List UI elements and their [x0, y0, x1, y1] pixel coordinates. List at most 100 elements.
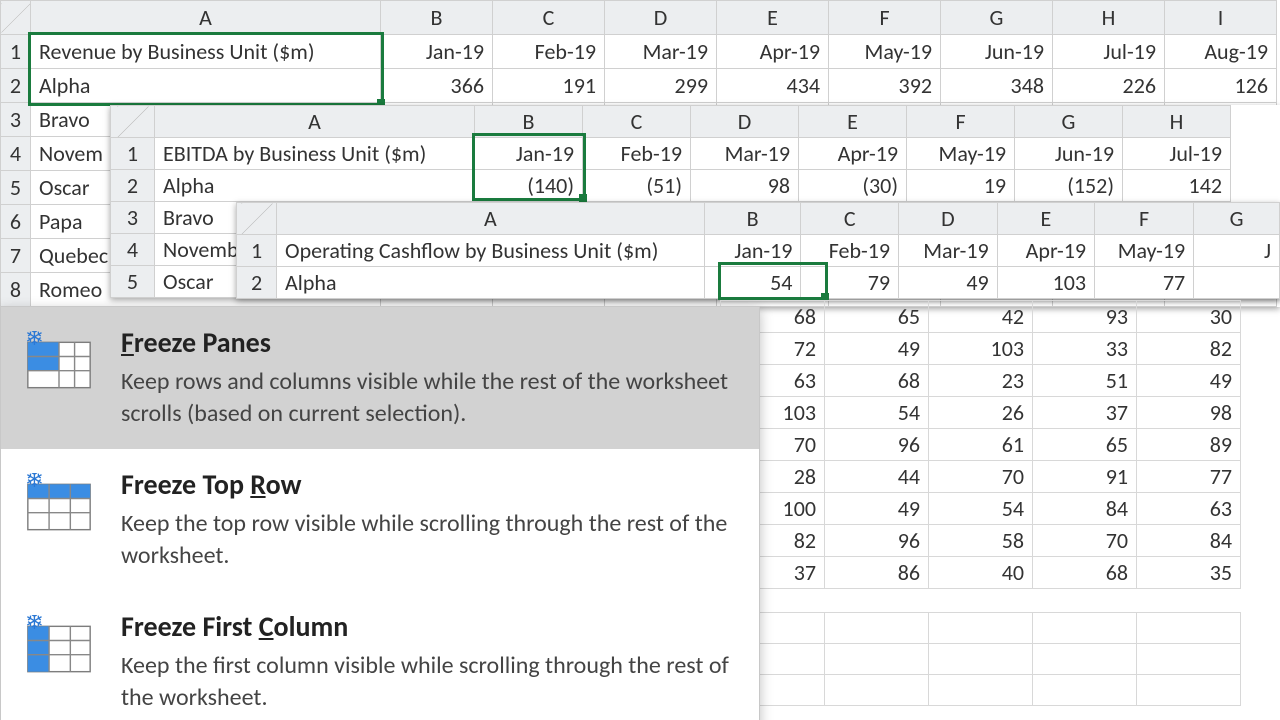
value-cell[interactable]: 126	[1165, 69, 1277, 103]
col-header-A[interactable]: A	[31, 1, 381, 35]
value-cell[interactable]: 434	[717, 69, 829, 103]
table-row[interactable]: 6368235149	[721, 365, 1241, 397]
empty-cell[interactable]	[825, 644, 929, 675]
value-cell[interactable]: 63	[1137, 493, 1241, 525]
month-cell[interactable]: Apr-19	[717, 35, 829, 69]
col-header-G[interactable]: G	[941, 1, 1053, 35]
row-header-3[interactable]: 3	[1, 103, 31, 137]
value-cell[interactable]: 299	[605, 69, 717, 103]
value-cell[interactable]: 35	[1137, 557, 1241, 589]
value-cell[interactable]: 226	[1053, 69, 1165, 103]
value-cell[interactable]: 19	[907, 170, 1015, 202]
value-cell[interactable]: 23	[929, 365, 1033, 397]
col-header-D[interactable]: D	[691, 106, 799, 138]
value-cell[interactable]: 65	[1033, 429, 1137, 461]
column-header-row[interactable]: A B C D E F G	[237, 203, 1280, 235]
month-cell[interactable]: J	[1194, 235, 1280, 267]
row-header-8[interactable]: 8	[1, 273, 31, 307]
value-cell[interactable]: 77	[1137, 461, 1241, 493]
empty-cell[interactable]	[1033, 613, 1137, 644]
month-cell[interactable]: Mar-19	[691, 138, 799, 170]
value-cell[interactable]: 61	[929, 429, 1033, 461]
col-header-E[interactable]: E	[799, 106, 907, 138]
row-1[interactable]: 1 Operating Cashflow by Business Unit ($…	[237, 235, 1280, 267]
table-row[interactable]: 8296587084	[721, 525, 1241, 557]
month-cell[interactable]: Apr-19	[799, 138, 907, 170]
empty-cell[interactable]	[1137, 613, 1241, 644]
empty-cell[interactable]	[1033, 675, 1137, 706]
month-cell[interactable]: Feb-19	[493, 35, 605, 69]
menu-item-freeze-panes[interactable]: ❄ Freeze Panes Keep rows and columns vis…	[1, 307, 759, 449]
row-2[interactable]: 2 Alpha 54 79 49 103 77	[237, 267, 1280, 299]
value-cell[interactable]: 26	[929, 397, 1033, 429]
empty-cell[interactable]	[929, 675, 1033, 706]
month-cell[interactable]: May-19	[907, 138, 1015, 170]
table-row[interactable]: 3786406835	[721, 557, 1241, 589]
empty-cell[interactable]	[1137, 675, 1241, 706]
row-2[interactable]: 2 Alpha 366 191 299 434 392 348 226 126	[1, 69, 1277, 103]
title-cell[interactable]: Operating Cashflow by Business Unit ($m)	[277, 235, 705, 267]
col-header-H[interactable]: H	[1053, 1, 1165, 35]
value-cell[interactable]: 33	[1033, 333, 1137, 365]
row-header-1[interactable]: 1	[111, 138, 155, 170]
month-cell[interactable]: Aug-19	[1165, 35, 1277, 69]
value-cell[interactable]: 54	[929, 493, 1033, 525]
empty-cell[interactable]	[825, 675, 929, 706]
month-cell[interactable]: Feb-19	[801, 235, 899, 267]
value-cell[interactable]: (30)	[799, 170, 907, 202]
row-header-2[interactable]: 2	[1, 69, 31, 103]
col-header-F[interactable]: F	[907, 106, 1015, 138]
row-header-2[interactable]: 2	[237, 267, 277, 299]
col-header-C[interactable]: C	[583, 106, 691, 138]
menu-item-freeze-first-column[interactable]: ❄ Freeze First Column Keep the first col…	[1, 591, 759, 720]
value-cell[interactable]: 103	[929, 333, 1033, 365]
empty-cell[interactable]	[929, 613, 1033, 644]
value-cell[interactable]: 366	[381, 69, 493, 103]
row-1[interactable]: 1 Revenue by Business Unit ($m) Jan-19 F…	[1, 35, 1277, 69]
value-cell[interactable]: 142	[1123, 170, 1231, 202]
col-header-G[interactable]: G	[1194, 203, 1280, 235]
rowlabel-cell[interactable]: Alpha	[155, 170, 475, 202]
value-cell[interactable]: 70	[1033, 525, 1137, 557]
value-cell[interactable]: 96	[825, 429, 929, 461]
table-row[interactable]	[721, 675, 1241, 706]
value-cell[interactable]: 96	[825, 525, 929, 557]
value-cell[interactable]: 68	[825, 365, 929, 397]
value-cell[interactable]: 42	[929, 301, 1033, 333]
select-all-corner[interactable]	[111, 106, 155, 138]
row-header-5[interactable]: 5	[111, 266, 155, 298]
title-cell[interactable]: EBITDA by Business Unit ($m)	[155, 138, 475, 170]
value-cell[interactable]: 40	[929, 557, 1033, 589]
row-header-2[interactable]: 2	[111, 170, 155, 202]
value-cell[interactable]: (152)	[1015, 170, 1123, 202]
month-cell[interactable]: Jan-19	[704, 235, 801, 267]
month-cell[interactable]: Jan-19	[381, 35, 493, 69]
value-cell[interactable]: 392	[829, 69, 941, 103]
value-cell[interactable]: 58	[929, 525, 1033, 557]
column-header-row[interactable]: A B C D E F G H	[111, 106, 1231, 138]
value-cell[interactable]: 51	[1033, 365, 1137, 397]
month-cell[interactable]: Jun-19	[941, 35, 1053, 69]
row-2[interactable]: 2 Alpha (140) (51) 98 (30) 19 (152) 142	[111, 170, 1231, 202]
value-cell[interactable]: 84	[1033, 493, 1137, 525]
month-cell[interactable]: Jun-19	[1015, 138, 1123, 170]
col-header-E[interactable]: E	[997, 203, 1094, 235]
title-cell[interactable]: Revenue by Business Unit ($m)	[31, 35, 381, 69]
value-cell[interactable]: 77	[1095, 267, 1194, 299]
cashflow-values[interactable]: 6865429330724910333826368235149103542637…	[720, 300, 1241, 589]
value-cell[interactable]: 82	[1137, 333, 1241, 365]
table-row[interactable]: 7096616589	[721, 429, 1241, 461]
value-cell[interactable]: 84	[1137, 525, 1241, 557]
value-cell[interactable]: (140)	[475, 170, 583, 202]
month-cell[interactable]: Mar-19	[605, 35, 717, 69]
month-cell[interactable]: Mar-19	[899, 235, 998, 267]
value-cell[interactable]: 89	[1137, 429, 1241, 461]
table-row[interactable]	[721, 644, 1241, 675]
col-header-D[interactable]: D	[605, 1, 717, 35]
value-cell[interactable]: (51)	[583, 170, 691, 202]
empty-cell[interactable]	[929, 644, 1033, 675]
row-header-1[interactable]: 1	[237, 235, 277, 267]
month-cell[interactable]: Jan-19	[475, 138, 583, 170]
value-cell[interactable]: 93	[1033, 301, 1137, 333]
empty-cell[interactable]	[1137, 644, 1241, 675]
